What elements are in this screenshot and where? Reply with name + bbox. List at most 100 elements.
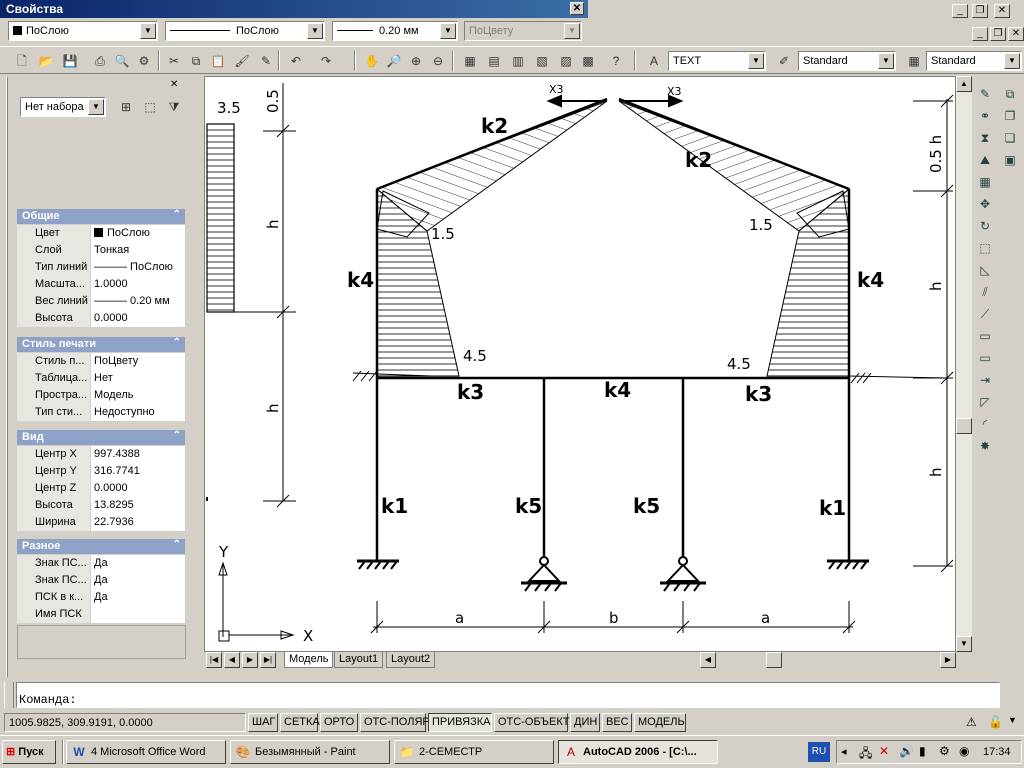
scroll-down-icon[interactable]: ▼ <box>956 636 972 652</box>
copy-object-icon[interactable]: ⚭ <box>975 106 995 126</box>
status-toggle-7[interactable]: ДИН <box>570 713 600 732</box>
toolpalettes-icon[interactable]: ▥ <box>508 51 528 71</box>
mirror-icon[interactable]: ⧗ <box>975 128 995 148</box>
designcenter-icon[interactable]: ▤ <box>484 51 504 71</box>
property-row[interactable]: Ширина 22.7936 <box>17 514 185 531</box>
tab-first-icon[interactable]: |◀ <box>206 652 222 668</box>
vertical-scrollbar[interactable]: ▲ ▼ <box>956 76 972 652</box>
rotate-icon[interactable]: ↻ <box>975 216 995 236</box>
tab-next-icon[interactable]: ▶ <box>242 652 258 668</box>
start-button[interactable]: ⊞ Пуск <box>2 740 56 764</box>
property-value[interactable]: ПоСлою <box>91 225 185 242</box>
offset-icon[interactable]: ⛰ <box>975 150 995 170</box>
cut-icon[interactable]: ✂ <box>164 51 184 71</box>
dim-style-icon[interactable]: ✐ <box>774 51 794 71</box>
select-objects-icon[interactable]: ⬚ <box>140 97 160 117</box>
property-value[interactable]: ——— ПоСлою <box>91 259 185 276</box>
draworder-icon[interactable]: ⧉ <box>1000 84 1020 104</box>
sheetset-icon[interactable]: ▧ <box>532 51 552 71</box>
pan-icon[interactable]: ✋ <box>362 51 382 71</box>
hscroll-left-icon[interactable]: ◀ <box>700 652 716 668</box>
property-value[interactable]: Нет <box>91 370 185 387</box>
coordinates-display[interactable]: 1005.9825, 309.9191, 0.0000 <box>4 713 246 732</box>
property-row[interactable]: Простра... Модель <box>17 387 185 404</box>
publish-icon[interactable]: ⚙ <box>134 51 154 71</box>
zoom-window-icon[interactable]: ⊕ <box>406 51 426 71</box>
erase-icon[interactable]: ✎ <box>975 84 995 104</box>
linetype-combo[interactable]: ПоСлою ▼ <box>165 21 325 41</box>
section-header[interactable]: Вид ⌃ <box>17 430 185 445</box>
break-point-icon[interactable]: ▭ <box>975 326 995 346</box>
status-toggle-3[interactable]: ОРТО <box>320 713 358 732</box>
panel-close-icon[interactable]: ✕ <box>170 79 178 90</box>
property-row[interactable]: Центр Y 316.7741 <box>17 463 185 480</box>
property-value[interactable]: 316.7741 <box>91 463 185 480</box>
language-indicator[interactable]: RU <box>808 742 830 762</box>
open-icon[interactable]: 📂 <box>36 51 56 71</box>
join-icon[interactable]: ⇥ <box>975 370 995 390</box>
status-toggle-4[interactable]: ОТС-ПОЛЯР <box>360 713 430 732</box>
section-header[interactable]: Разное ⌃ <box>17 539 185 554</box>
stretch-icon[interactable]: ◺ <box>975 260 995 280</box>
doc-minimize-button[interactable]: _ <box>972 27 988 41</box>
property-row[interactable]: Знак ПС... Да <box>17 572 185 589</box>
new-icon[interactable]: 🗋 <box>12 51 32 71</box>
tab-layout2[interactable]: Layout2 <box>386 652 436 668</box>
property-value[interactable]: 0.0000 <box>91 310 185 327</box>
task-word[interactable]: W 4 Microsoft Office Word <box>66 740 226 764</box>
hscroll-thumb[interactable] <box>766 652 782 668</box>
property-value[interactable]: Недоступно <box>91 404 185 421</box>
property-row[interactable]: Цвет ПоСлою <box>17 225 185 242</box>
preview-icon[interactable]: 🔍 <box>112 51 132 71</box>
property-row[interactable]: Имя ПСК <box>17 606 185 623</box>
undo-icon[interactable]: ↶ <box>286 51 306 71</box>
scroll-thumb[interactable] <box>956 418 972 434</box>
pickadd-icon[interactable]: ⊞ <box>116 97 136 117</box>
command-grip[interactable] <box>4 682 14 708</box>
network-error-icon[interactable]: ✕ <box>879 744 889 758</box>
property-value[interactable]: Да <box>91 555 185 572</box>
trim-icon[interactable]: ⫽ <box>975 282 995 302</box>
matchprop-icon[interactable]: 🖌 <box>232 51 252 71</box>
battery-icon[interactable]: ▮ <box>919 744 926 758</box>
explode-icon[interactable]: ✸ <box>975 436 995 456</box>
chamfer-icon[interactable]: ◸ <box>975 392 995 412</box>
dim-style-combo[interactable]: Standard ▼ <box>798 51 896 71</box>
lineweight-combo[interactable]: 0.20 мм ▼ <box>332 21 458 41</box>
status-toggle-2[interactable]: СЕТКА <box>280 713 320 732</box>
close-button[interactable]: ✕ <box>994 4 1010 18</box>
property-row[interactable]: Масшта... 1.0000 <box>17 276 185 293</box>
property-row[interactable]: Тип линий ——— ПоСлою <box>17 259 185 276</box>
status-toggle-5[interactable]: ПРИВЯЗКА <box>428 713 492 732</box>
section-header[interactable]: Стиль печати ⌃ <box>17 337 185 352</box>
redo-icon[interactable]: ↷ <box>316 51 336 71</box>
property-row[interactable]: Таблица... Нет <box>17 370 185 387</box>
table-style-icon[interactable]: ▦ <box>904 51 924 71</box>
property-value[interactable] <box>91 606 185 623</box>
tab-prev-icon[interactable]: ◀ <box>224 652 240 668</box>
bring-front-icon[interactable]: ❐ <box>1000 106 1020 126</box>
scale-icon[interactable]: ⬚ <box>975 238 995 258</box>
save-icon[interactable]: 💾 <box>60 51 80 71</box>
restore-button[interactable]: ❐ <box>972 4 988 18</box>
property-value[interactable]: 997.4388 <box>91 446 185 463</box>
property-row[interactable]: Знак ПС... Да <box>17 555 185 572</box>
property-row[interactable]: Вес линий ——— 0.20 мм <box>17 293 185 310</box>
help-icon[interactable]: ? <box>606 51 626 71</box>
command-line[interactable]: Команда: <box>16 682 1000 708</box>
drawing-canvas[interactable]: k2 k2 k4 k4 k4 k3 k3 k1 k1 k5 k5 X3 X3 1… <box>204 76 956 652</box>
property-value[interactable]: ——— 0.20 мм <box>91 293 185 310</box>
doc-restore-button[interactable]: ❐ <box>990 27 1006 41</box>
color-combo[interactable]: ПоСлою ▼ <box>8 21 158 41</box>
property-value[interactable]: 13.8295 <box>91 497 185 514</box>
plot-icon[interactable]: ⎙ <box>90 51 110 71</box>
comm-center-icon[interactable]: ⚠ <box>966 715 984 731</box>
fillet-icon[interactable]: ◜ <box>975 414 995 434</box>
zoom-previous-icon[interactable]: ⊖ <box>428 51 448 71</box>
properties-icon[interactable]: ▦ <box>460 51 480 71</box>
property-value[interactable]: Да <box>91 589 185 606</box>
scroll-up-icon[interactable]: ▲ <box>956 76 972 92</box>
property-row[interactable]: Слой Тонкая <box>17 242 185 259</box>
properties-close-button[interactable]: ✕ <box>570 2 584 15</box>
panel-grip[interactable] <box>6 77 8 677</box>
